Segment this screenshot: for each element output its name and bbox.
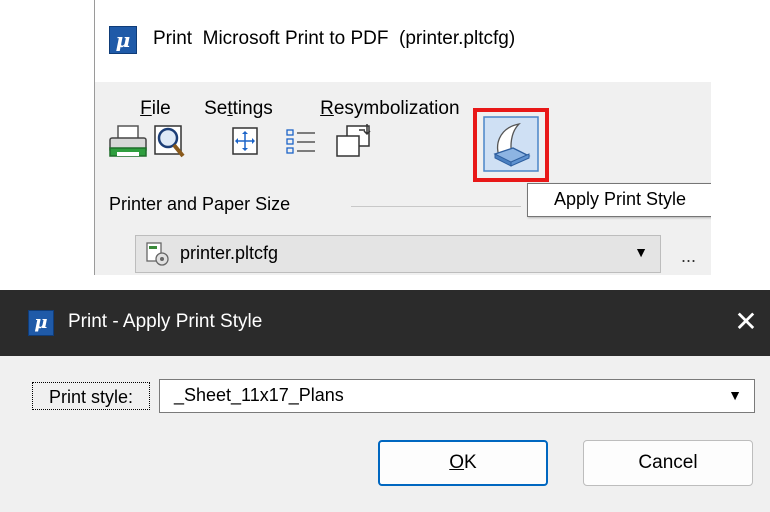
fit-view-button[interactable] [231,124,261,165]
preview-button[interactable] [151,120,191,169]
printer-icon [109,125,147,157]
printer-combo-value: printer.pltcfg [180,243,279,263]
apply-print-style-tooltip: Apply Print Style [527,183,711,217]
close-icon[interactable]: ✕ [726,302,766,342]
fit-view-icon [232,127,258,155]
list-settings-icon [286,129,315,154]
highlight-box [473,108,549,182]
print-window-title: Print Microsoft Print to PDF (printer.pl… [153,28,516,49]
print-window: μ Print Microsoft Print to PDF (printer.… [94,0,711,275]
print-style-select[interactable]: _Sheet_11x17_Plans ▼ [159,379,755,413]
printer-combo[interactable]: printer.pltcfg ▼ [135,235,661,273]
menu-resymbolization[interactable]: Resymbolization [299,76,459,142]
maximize-print-area-button[interactable] [333,120,377,169]
dialog-title: Print - Apply Print Style [68,311,263,332]
print-style-label: Print style: [32,382,150,410]
section-divider [351,206,521,207]
printer-config-icon [146,242,169,266]
print-window-titlebar: μ Print Microsoft Print to PDF (printer.… [95,0,711,82]
ok-button[interactable]: OK [378,440,548,486]
microstation-logo-icon: μ [109,26,137,54]
list-settings-button[interactable] [285,124,319,165]
print-style-value: _Sheet_11x17_Plans [174,385,344,405]
chevron-down-icon: ▼ [634,244,648,260]
chevron-down-icon: ▼ [728,387,742,403]
more-options-button[interactable]: ... [681,246,696,267]
print-button[interactable] [107,120,151,169]
cancel-button[interactable]: Cancel [583,440,753,486]
preview-magnifier-icon [154,125,185,158]
maximize-print-area-icon [336,124,371,157]
printer-paper-size-label: Printer and Paper Size [109,194,291,214]
apply-print-style-dialog: μ Print - Apply Print Style ✕ Print styl… [0,290,770,512]
microstation-logo-icon: μ [28,310,54,336]
dialog-titlebar: μ Print - Apply Print Style ✕ [0,290,770,356]
